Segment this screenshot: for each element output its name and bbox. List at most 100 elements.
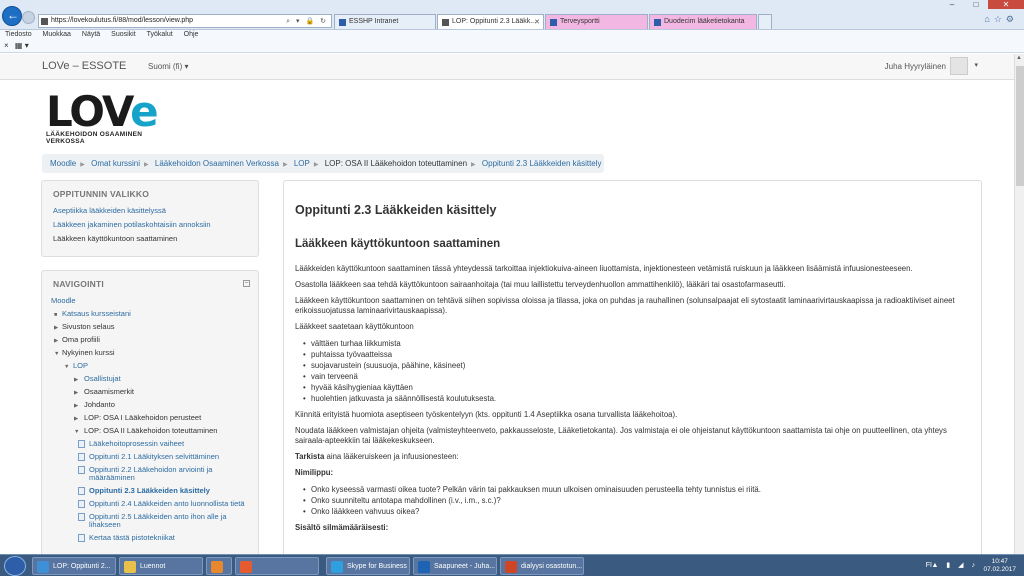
breadcrumb-lop[interactable]: LOP xyxy=(294,159,310,168)
nav-link[interactable]: Johdanto xyxy=(84,400,115,409)
breadcrumb-course[interactable]: Lääkehoidon Osaaminen Verkossa xyxy=(155,159,279,168)
nav-link[interactable]: Moodle xyxy=(51,296,76,305)
nav-item[interactable]: ▶ LOP: OSA I Lääkehoidon perusteet xyxy=(51,411,249,424)
site-brand[interactable]: LOVe – ESSOTE xyxy=(42,60,126,72)
lesson-menu-link[interactable]: Aseptiikka lääkkeiden käsittelyssä xyxy=(53,206,166,215)
nav-item[interactable]: ▼ Nykyinen kurssi xyxy=(51,346,249,359)
user-name[interactable]: Juha Hyyryläinen xyxy=(885,62,946,71)
nav-item-current[interactable]: Oppitunti 2.3 Lääkkeiden käsittely xyxy=(51,484,249,497)
new-tab-button[interactable] xyxy=(758,14,772,29)
lesson-menu-item[interactable]: Lääkkeen jakaminen potilaskohtaisiin ann… xyxy=(53,218,247,232)
bold-text: Nimilippu: xyxy=(295,468,334,477)
nav-link[interactable]: Kertaa tästä pistotekniikat xyxy=(89,533,175,542)
menu-help[interactable]: Ohje xyxy=(184,31,199,38)
minimize-icon[interactable]: – xyxy=(940,0,964,9)
breadcrumb-lesson[interactable]: Oppitunti 2.3 Lääkkeiden käsittely xyxy=(482,159,602,168)
caret-down-icon[interactable]: ▾ xyxy=(974,61,978,69)
address-bar[interactable]: https://lovekoulutus.fi/88/mod/lesson/vi… xyxy=(38,14,332,28)
page-scrollbar[interactable]: ▲ xyxy=(1014,54,1024,554)
nav-item[interactable]: ▶ Osallistujat xyxy=(51,372,249,385)
taskbar-folder[interactable]: Luennot xyxy=(119,557,203,575)
collapse-icon[interactable]: – xyxy=(243,280,250,287)
forward-button[interactable] xyxy=(22,11,35,24)
navigation-block: NAVIGOINTI – Moodle ■ Katsaus kursseistan… xyxy=(41,270,259,554)
star-icon[interactable]: ☆ xyxy=(994,14,1006,24)
nav-link[interactable]: Sivuston selaus xyxy=(62,322,115,331)
nav-link[interactable]: Osallistujat xyxy=(84,374,121,383)
nav-link[interactable]: Nykyinen kurssi xyxy=(62,348,115,357)
tab-duodecim[interactable]: Duodecim lääketietokanta xyxy=(649,14,757,29)
tab-esshp-intranet[interactable]: ESSHP Intranet xyxy=(334,14,436,29)
nav-link[interactable]: Oppitunti 2.4 Lääkkeiden anto luonnollis… xyxy=(89,499,245,508)
nav-link[interactable]: Oppitunti 2.2 Lääkehoidon arviointi ja m… xyxy=(89,465,212,482)
nav-link[interactable]: Oppitunti 2.3 Lääkkeiden käsittely xyxy=(89,486,210,495)
nav-item[interactable]: ■ Katsaus kursseistani xyxy=(51,307,249,320)
chevron-right-icon: ▶ xyxy=(471,162,476,168)
scroll-thumb[interactable] xyxy=(1016,66,1024,186)
nav-item[interactable]: ▶ Osaamismerkit xyxy=(51,385,249,398)
back-button[interactable]: ← xyxy=(2,6,22,26)
nav-link[interactable]: Oma profiili xyxy=(62,335,100,344)
nav-item-moodle[interactable]: Moodle xyxy=(51,294,249,307)
tab-lop-lesson[interactable]: LOP: Oppitunti 2.3 Lääkk... ✕ xyxy=(437,14,544,29)
breadcrumb-section[interactable]: LOP: OSA II Lääkehoidon toteuttaminen xyxy=(325,159,467,168)
triangle-right-icon: ▶ xyxy=(54,325,59,331)
nav-link[interactable]: Osaamismerkit xyxy=(84,387,134,396)
arrow-left-icon: ← xyxy=(7,8,19,22)
nav-link[interactable]: Katsaus kursseistani xyxy=(62,309,131,318)
system-tray-icons[interactable]: ▲ ▮ ◢ ♪ xyxy=(932,561,979,569)
favorites-icon[interactable]: ▦ ▾ xyxy=(15,41,29,50)
tab-terveysportti[interactable]: Terveysportti xyxy=(545,14,648,29)
address-tools-icon[interactable]: ⌕ ▾ 🔒 ↻ xyxy=(286,17,328,26)
menu-file[interactable]: Tiedosto xyxy=(5,31,32,38)
close-bar-icon[interactable]: × xyxy=(4,41,9,50)
maximize-icon[interactable]: □ xyxy=(964,0,988,9)
scroll-up-icon[interactable]: ▲ xyxy=(1016,55,1022,61)
avatar[interactable] xyxy=(950,57,968,75)
breadcrumb-my-courses[interactable]: Omat kurssini xyxy=(91,159,140,168)
menu-favorites[interactable]: Suosikit xyxy=(111,31,136,38)
nav-link[interactable]: LOP xyxy=(73,361,88,370)
nav-link[interactable]: LOP: OSA I Lääkehoidon perusteet xyxy=(84,413,201,422)
nav-item[interactable]: ▶ Sivuston selaus xyxy=(51,320,249,333)
menu-view[interactable]: Näytä xyxy=(82,31,100,38)
taskbar-outlook[interactable]: Saapuneet - Juha... xyxy=(413,557,497,575)
menu-edit[interactable]: Muokkaa xyxy=(43,31,71,38)
taskbar-ie[interactable]: LOP: Oppitunti 2... xyxy=(32,557,116,575)
taskbar-media[interactable] xyxy=(206,557,232,575)
lesson-menu-item-current[interactable]: Lääkkeen käyttökuntoon saattaminen xyxy=(53,232,247,246)
menu-tools[interactable]: Työkalut xyxy=(147,31,173,38)
gear-icon[interactable]: ⚙ xyxy=(1006,14,1018,24)
nav-item[interactable]: ▶ Oma profiili xyxy=(51,333,249,346)
nav-item[interactable]: Lääkehoitoprosessin vaiheet xyxy=(51,437,249,450)
triangle-down-icon: ▼ xyxy=(64,364,70,370)
nav-item[interactable]: ▼ LOP xyxy=(51,359,249,372)
close-tab-icon[interactable]: ✕ xyxy=(534,18,540,26)
clock[interactable]: 10:47 07.02.2017 xyxy=(983,558,1016,574)
nav-link[interactable]: Oppitunti 2.5 Lääkkeiden anto ihon alle … xyxy=(89,512,227,529)
taskbar-powerpoint[interactable]: dialyysi osastotun... xyxy=(500,557,584,575)
nav-item[interactable]: Oppitunti 2.1 Lääkityksen selvittäminen xyxy=(51,450,249,463)
breadcrumb-moodle[interactable]: Moodle xyxy=(50,159,76,168)
tab-label: Duodecim lääketietokanta xyxy=(664,18,745,25)
paragraph: Lääkkeet saatetaan käyttökuntoon xyxy=(295,322,414,331)
logo-word: LOVe xyxy=(46,91,176,133)
close-window-icon[interactable]: ✕ xyxy=(988,0,1024,9)
lesson-menu-item[interactable]: Aseptiikka lääkkeiden käsittelyssä xyxy=(53,204,247,218)
site-logo[interactable]: LOVe LÄÄKEHOIDON OSAAMINEN VERKOSSA xyxy=(46,91,176,146)
language-menu[interactable]: Suomi (fi) ▾ xyxy=(148,62,188,71)
nav-item[interactable]: Oppitunti 2.2 Lääkehoidon arviointi ja m… xyxy=(51,463,249,484)
nav-item[interactable]: ▼ LOP: OSA II Lääkehoidon toteuttaminen xyxy=(51,424,249,437)
home-icon[interactable]: ⌂ xyxy=(984,14,993,24)
start-button[interactable] xyxy=(4,556,26,576)
taskbar-skype[interactable]: Skype for Business xyxy=(326,557,410,575)
lesson-menu-link[interactable]: Lääkkeen jakaminen potilaskohtaisiin ann… xyxy=(53,220,211,229)
nav-item[interactable]: ▶ Johdanto xyxy=(51,398,249,411)
taskbar-app[interactable] xyxy=(235,557,319,575)
nav-item[interactable]: Oppitunti 2.4 Lääkkeiden anto luonnollis… xyxy=(51,497,249,510)
nav-item[interactable]: Oppitunti 2.5 Lääkkeiden anto ihon alle … xyxy=(51,510,249,531)
nav-link[interactable]: LOP: OSA II Lääkehoidon toteuttaminen xyxy=(84,426,217,435)
nav-item[interactable]: Kertaa tästä pistotekniikat xyxy=(51,531,249,544)
nav-link[interactable]: Oppitunti 2.1 Lääkityksen selvittäminen xyxy=(89,452,219,461)
nav-link[interactable]: Lääkehoitoprosessin vaiheet xyxy=(89,439,184,448)
